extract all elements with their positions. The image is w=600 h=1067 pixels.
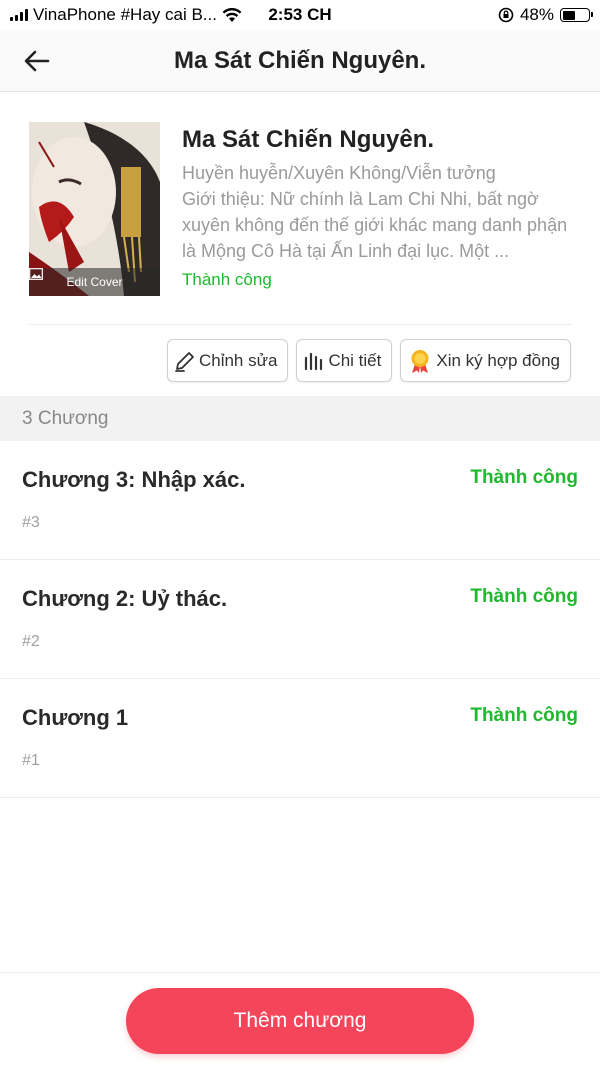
rotation-lock-icon: [498, 7, 514, 23]
contract-label: Xin ký hợp đồng: [436, 350, 560, 370]
bar-chart-icon: [305, 352, 323, 370]
chapter-row[interactable]: Chương 1 Thành công #1: [0, 679, 600, 798]
detail-label: Chi tiết: [328, 350, 382, 370]
pencil-icon: [175, 351, 194, 372]
book-title: Ma Sát Chiến Nguyên.: [182, 126, 435, 153]
book-genre: Huyền huyễn/Xuyên Không/Viễn tưởng: [182, 163, 496, 183]
chapter-count-header: 3 Chương: [0, 396, 600, 441]
chapter-number: #1: [22, 752, 40, 769]
chapter-title: Chương 3: Nhập xác.: [22, 467, 246, 492]
chapter-row[interactable]: Chương 3: Nhập xác. Thành công #3: [0, 441, 600, 560]
book-status: Thành công: [182, 270, 272, 289]
chapter-number: #2: [22, 633, 40, 650]
action-bar: Chỉnh sửa Chi tiết Xin ký hợp đồng: [166, 339, 571, 382]
chapter-title: Chương 2: Uỷ thác.: [22, 586, 228, 611]
signal-icon: [10, 9, 28, 21]
back-button[interactable]: [22, 46, 52, 76]
add-chapter-button[interactable]: Thêm chương: [126, 988, 474, 1054]
battery-percent: 48%: [519, 5, 554, 24]
edit-cover-label: Edit Cover: [66, 275, 123, 289]
carrier-label: VinaPhone #Hay cai B...: [33, 5, 217, 24]
chapter-list: Chương 3: Nhập xác. Thành công #3 Chương…: [0, 441, 600, 798]
chapter-status: Thành công: [470, 705, 578, 726]
edit-label: Chỉnh sửa: [198, 350, 278, 370]
battery-icon: [560, 8, 593, 22]
edit-cover-button[interactable]: Edit Cover: [29, 268, 160, 296]
book-info: Ma Sát Chiến Nguyên. Huyền huyễn/Xuyên K…: [182, 124, 577, 293]
chapter-row[interactable]: Chương 2: Uỷ thác. Thành công #2: [0, 560, 600, 679]
divider: [29, 324, 572, 325]
chapter-title: Chương 1: [22, 705, 129, 730]
award-badge-icon: [411, 349, 429, 373]
chapter-status: Thành công: [470, 467, 578, 488]
status-right: 48%: [498, 5, 593, 25]
book-header: Edit Cover Ma Sát Chiến Nguyên. Huyền hu…: [0, 93, 600, 395]
wifi-icon: [222, 7, 242, 22]
book-cover[interactable]: Edit Cover: [29, 122, 160, 296]
add-chapter-label: Thêm chương: [233, 1009, 367, 1032]
chapter-count-label: 3 Chương: [22, 407, 109, 429]
contract-button[interactable]: Xin ký hợp đồng: [400, 339, 571, 382]
status-left: VinaPhone #Hay cai B...: [10, 5, 242, 25]
edit-button[interactable]: Chỉnh sửa: [166, 339, 289, 382]
arrow-left-icon: [24, 50, 50, 72]
battery-fill: [562, 10, 575, 20]
nav-bar: Ma Sát Chiến Nguyên.: [0, 30, 600, 92]
image-icon: [29, 268, 43, 280]
chapter-status: Thành công: [470, 586, 578, 607]
detail-button[interactable]: Chi tiết: [296, 339, 393, 382]
book-intro: Giới thiệu: Nữ chính là Lam Chi Nhi, bất…: [182, 189, 568, 261]
bottom-bar: Thêm chương: [0, 972, 600, 1067]
page-title: Ma Sát Chiến Nguyên.: [173, 46, 427, 74]
status-bar: VinaPhone #Hay cai B... 2:53 CH 48%: [0, 0, 600, 30]
chapter-number: #3: [22, 514, 40, 531]
